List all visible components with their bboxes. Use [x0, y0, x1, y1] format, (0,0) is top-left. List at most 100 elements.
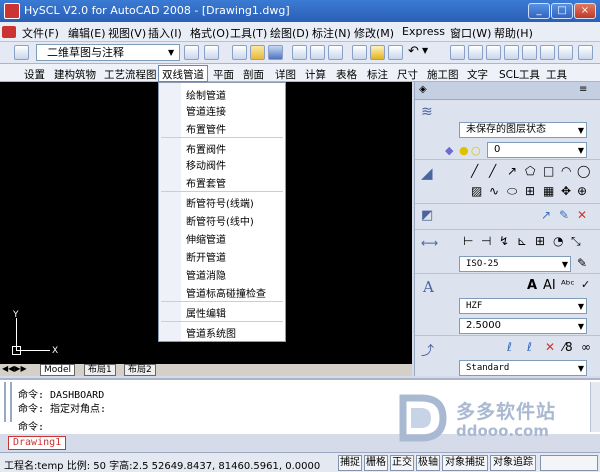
menu-item-elevation-check[interactable]: 管道标高碰撞检查 — [186, 285, 266, 300]
menu-item-stretch-pipe[interactable]: 伸缩管道 — [186, 231, 226, 246]
customize-icon[interactable] — [204, 45, 219, 60]
menu-item-place-sleeves[interactable]: 布置套管 — [186, 175, 226, 190]
scl-tab-construction[interactable]: 施工图 — [427, 67, 459, 82]
design-center-icon[interactable] — [540, 45, 555, 60]
hatch-icon[interactable]: ▨ — [471, 184, 482, 198]
scl-tab-settings[interactable]: 设置 — [24, 67, 45, 82]
menu-file[interactable]: 文件(F) — [22, 25, 59, 41]
add-leader-icon[interactable]: ℓ — [507, 340, 512, 354]
command-grip[interactable] — [4, 382, 12, 422]
align-leader-icon[interactable]: ⁄8 — [563, 340, 573, 354]
dim-edit-icon[interactable]: ⤡ — [571, 234, 581, 249]
menu-item-place-valves[interactable]: 布置阀件 — [186, 141, 226, 156]
chevron-down-icon[interactable]: ▼ — [422, 46, 428, 55]
cut-icon[interactable] — [352, 45, 367, 60]
plot-preview-icon[interactable] — [310, 45, 325, 60]
spell-check-icon[interactable]: ᴬᵇᶜ — [561, 278, 575, 291]
scl-tab-annotate[interactable]: 标注 — [367, 67, 388, 82]
scl-tab-tools[interactable]: 工具 — [546, 67, 567, 82]
menu-tools[interactable]: 工具(T) — [230, 25, 267, 41]
close-button[interactable]: × — [574, 3, 596, 19]
menu-edit[interactable]: 编辑(E) — [68, 25, 106, 41]
snap-toggle[interactable]: 捕捉 — [338, 455, 362, 471]
scl-tab-scl-tools[interactable]: SCL工具 — [499, 67, 540, 82]
layer-manager-icon[interactable]: ◆ — [445, 144, 453, 157]
scl-tab-double-line-pipe[interactable]: 双线管道 — [158, 65, 208, 82]
aligned-dim-icon[interactable]: ⊣ — [481, 234, 491, 248]
menu-view[interactable]: 视图(V) — [108, 25, 146, 41]
move-icon[interactable]: ✥ — [561, 184, 571, 198]
dimension-style-select[interactable]: ISO-25 ▼ — [459, 256, 571, 272]
publish-icon[interactable] — [328, 45, 343, 60]
match-icon[interactable]: ✎ — [559, 208, 569, 222]
scl-tab-table[interactable]: 表格 — [336, 67, 357, 82]
polyline-icon[interactable]: ↗ — [507, 164, 517, 178]
scl-tab-structures[interactable]: 建构筑物 — [54, 67, 96, 82]
pencil-icon[interactable] — [370, 45, 385, 60]
command-prompt[interactable]: 命令: — [18, 418, 44, 433]
maximize-button[interactable]: □ — [551, 3, 573, 19]
text-height-select[interactable]: 2.5000 ▼ — [459, 318, 587, 334]
pick-icon[interactable]: ↗ — [541, 208, 551, 222]
menu-item-move-valves[interactable]: 移动阀件 — [186, 157, 226, 172]
menu-item-pipe-connect[interactable]: 管道连接 — [186, 103, 226, 118]
delete-icon[interactable]: ✕ — [577, 208, 587, 222]
scl-tab-calculate[interactable]: 计算 — [305, 67, 326, 82]
dim-style-manager-icon[interactable]: ✎ — [577, 256, 587, 270]
construction-line-icon[interactable]: ╱ — [489, 164, 496, 178]
zoom-window-icon[interactable] — [486, 45, 501, 60]
tool-palettes-icon[interactable] — [558, 45, 573, 60]
workspace-select[interactable]: 二维草图与注释 ▼ — [36, 44, 180, 61]
workspace-icon[interactable] — [14, 45, 29, 60]
multiline-text-icon[interactable]: A — [527, 278, 537, 293]
scl-tab-dimension[interactable]: 尺寸 — [397, 67, 418, 82]
text-style-icon[interactable]: ✓ — [581, 278, 590, 291]
menu-item-draw-pipe[interactable]: 绘制管道 — [186, 87, 226, 102]
modify-icon[interactable]: ⊕ — [577, 184, 587, 198]
osnap-toggle[interactable]: 对象捕捉 — [442, 455, 488, 471]
menu-item-pipe-system-diagram[interactable]: 管道系统图 — [186, 325, 236, 340]
properties-icon[interactable] — [522, 45, 537, 60]
zoom-previous-icon[interactable] — [504, 45, 519, 60]
layer-state-select[interactable]: 未保存的图层状态 ▼ — [459, 122, 587, 138]
table-icon[interactable]: ▦ — [543, 184, 554, 198]
otrack-toggle[interactable]: 对象追踪 — [490, 455, 536, 471]
menu-item-pipe-hide[interactable]: 管道消隐 — [186, 267, 226, 282]
multileader-style-select[interactable]: Standard ▼ — [459, 360, 587, 376]
palette-options-icon[interactable]: ≡ — [579, 84, 587, 95]
scl-tab-detail[interactable]: 详图 — [275, 67, 296, 82]
command-scrollbar[interactable] — [590, 382, 600, 432]
app-icon[interactable] — [4, 3, 20, 19]
tab-scroll-icon[interactable]: ◀◀▶▶ — [2, 364, 27, 373]
menu-item-break-pipe[interactable]: 断开管道 — [186, 249, 226, 264]
menu-item-edit-properties[interactable]: 属性编辑 — [186, 305, 226, 320]
pan-icon[interactable] — [450, 45, 465, 60]
grid-toggle[interactable]: 栅格 — [364, 455, 388, 471]
block-icon[interactable]: ⊞ — [525, 184, 535, 198]
save-icon[interactable] — [268, 45, 283, 60]
menu-format[interactable]: 格式(O) — [190, 25, 229, 41]
arc-length-icon[interactable]: ↯ — [499, 234, 509, 248]
menu-item-place-fittings[interactable]: 布置管件 — [186, 121, 226, 136]
calculator-icon[interactable] — [578, 45, 593, 60]
tab-model[interactable]: Model — [40, 364, 76, 376]
scl-tab-process-flow[interactable]: 工艺流程图 — [104, 67, 157, 82]
rectangle-icon[interactable]: □ — [543, 164, 554, 178]
angular-dim-icon[interactable]: ◔ — [553, 234, 563, 248]
menu-modify[interactable]: 修改(M) — [354, 25, 394, 41]
menu-dimension[interactable]: 标注(N) — [312, 25, 351, 41]
sun-icon[interactable]: ○ — [471, 144, 481, 157]
layers-icon[interactable]: ◈ — [419, 84, 427, 95]
menu-window[interactable]: 窗口(W) — [450, 25, 491, 41]
menu-draw[interactable]: 绘图(D) — [270, 25, 309, 41]
radius-dim-icon[interactable]: ⊞ — [535, 234, 545, 248]
menu-express[interactable]: Express — [402, 25, 445, 38]
remove-leader-icon[interactable]: ℓ — [527, 340, 532, 354]
polar-toggle[interactable]: 极轴 — [416, 455, 440, 471]
menu-item-break-symbol-end[interactable]: 断管符号(线端) — [186, 195, 254, 210]
text-style-select[interactable]: HZF ▼ — [459, 298, 587, 314]
ellipse-icon[interactable]: ⬭ — [507, 184, 517, 199]
menu-help[interactable]: 帮助(H) — [494, 25, 533, 41]
collect-leader-icon[interactable]: ∞ — [581, 340, 591, 354]
tab-layout1[interactable]: 布局1 — [84, 364, 116, 376]
